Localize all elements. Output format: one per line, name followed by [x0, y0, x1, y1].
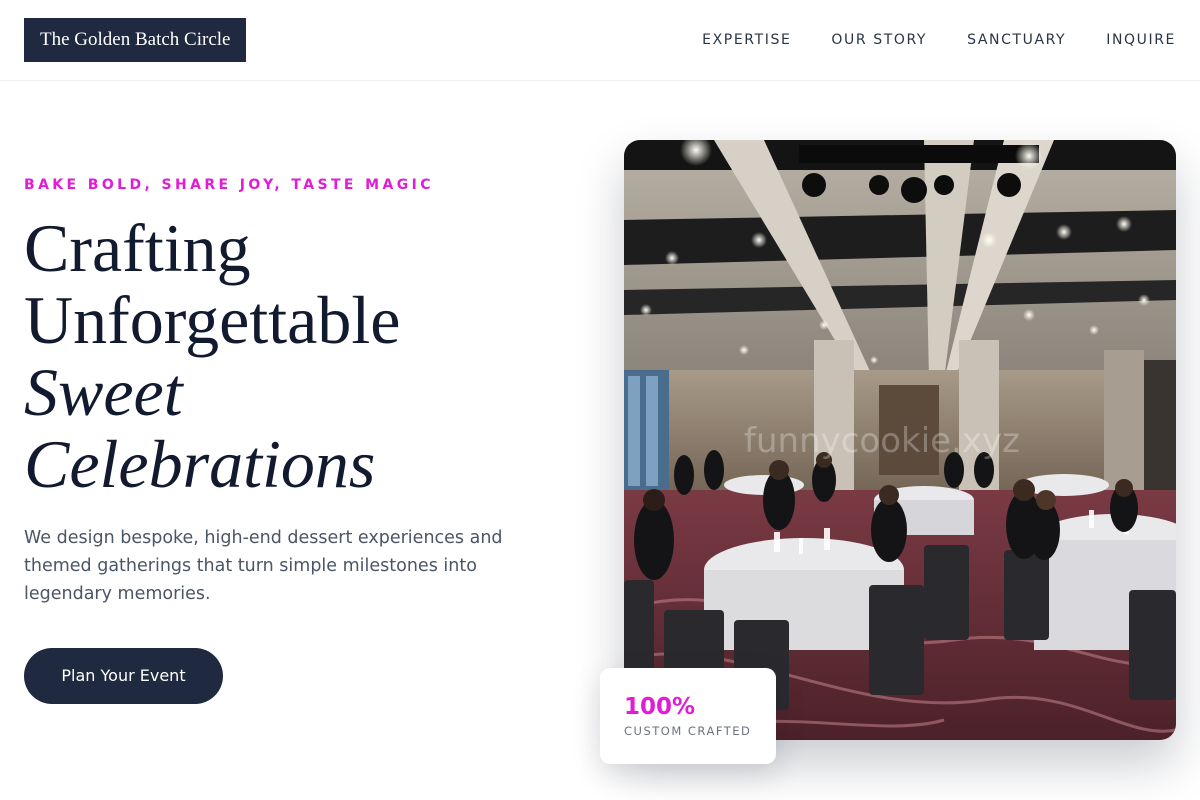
nav-link-expertise[interactable]: EXPERTISE: [702, 32, 791, 48]
site-header: The Golden Batch Circle EXPERTISE OUR ST…: [0, 0, 1200, 81]
banquet-hall-photo: funnycookie.xyz: [624, 140, 1176, 740]
stat-label: CUSTOM CRAFTED: [624, 724, 752, 738]
headline-line-3: Sweet: [24, 354, 183, 430]
nav-link-sanctuary[interactable]: SANCTUARY: [967, 32, 1066, 48]
main-nav: EXPERTISE OUR STORY SANCTUARY INQUIRE: [702, 0, 1176, 80]
stat-card: 100% CUSTOM CRAFTED: [600, 668, 776, 764]
stat-value: 100%: [624, 694, 696, 720]
hero-tagline: BAKE BOLD, SHARE JOY, TASTE MAGIC: [24, 177, 434, 193]
plan-event-button[interactable]: Plan Your Event: [24, 648, 223, 704]
headline-line-4: Celebrations: [24, 426, 376, 502]
brand-logo[interactable]: The Golden Batch Circle: [24, 18, 247, 62]
headline-line-1: Crafting: [24, 210, 251, 286]
hero-description: We design bespoke, high-end dessert expe…: [24, 528, 503, 604]
nav-link-our-story[interactable]: OUR STORY: [831, 32, 927, 48]
hero-headline: Crafting Unforgettable Sweet Celebration…: [24, 212, 584, 500]
photo-watermark: funnycookie.xyz: [744, 421, 1020, 461]
nav-link-inquire[interactable]: INQUIRE: [1106, 32, 1176, 48]
headline-line-2: Unforgettable: [24, 282, 401, 358]
